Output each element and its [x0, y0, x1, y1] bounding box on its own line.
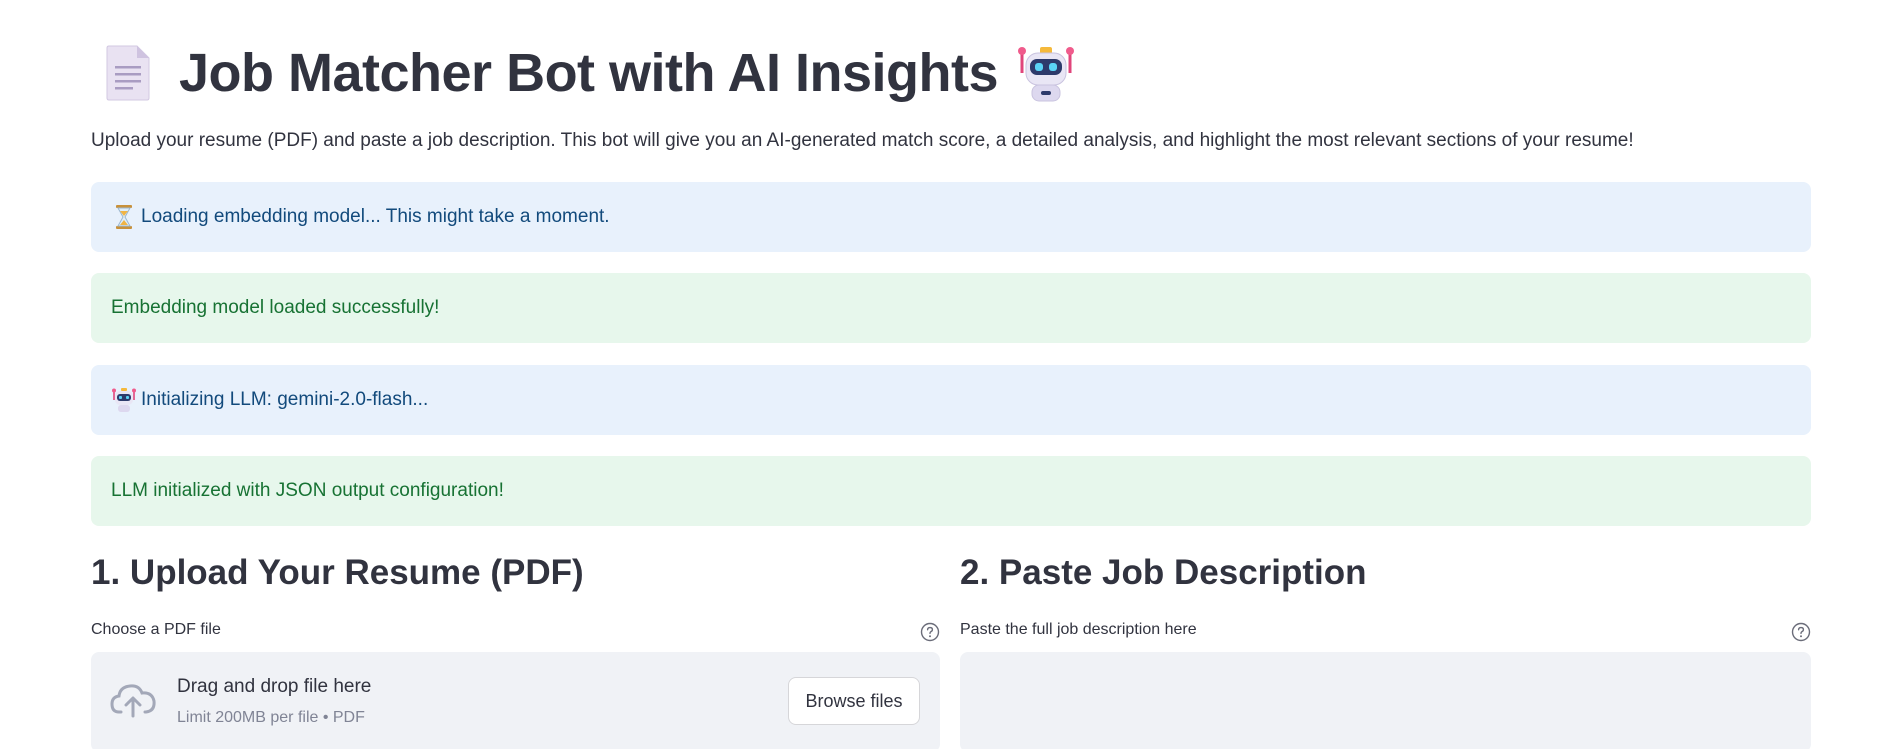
help-icon[interactable] [1791, 622, 1811, 642]
upload-section-heading: 1. Upload Your Resume (PDF) [91, 553, 584, 592]
hourglass-icon [116, 205, 132, 229]
alert-llm-initialized: LLM initialized with JSON output configu… [91, 456, 1811, 526]
cloud-upload-icon [110, 684, 156, 718]
alert-text: LLM initialized with JSON output configu… [111, 480, 504, 501]
upload-field-label: Choose a PDF file [91, 621, 221, 638]
page-title: Job Matcher Bot with AI Insights [179, 43, 999, 103]
robot-icon [1018, 47, 1075, 102]
file-dropzone[interactable]: Drag and drop file here Limit 200MB per … [91, 652, 940, 749]
title-row: Job Matcher Bot with AI Insights [91, 38, 1076, 108]
alert-loading-embedding: Loading embedding model... This might ta… [91, 182, 1811, 252]
dropzone-limit: Limit 200MB per file • PDF [177, 709, 365, 726]
alert-embedding-loaded: Embedding model loaded successfully! [91, 273, 1811, 343]
intro-text: Upload your resume (PDF) and paste a job… [91, 130, 1634, 151]
page-document-icon [106, 45, 150, 101]
job-section-heading: 2. Paste Job Description [960, 553, 1367, 592]
help-icon[interactable] [920, 622, 940, 642]
dropzone-title: Drag and drop file here [177, 676, 372, 697]
alert-text: Initializing LLM: gemini-2.0-flash... [141, 389, 429, 410]
job-description-label: Paste the full job description here [960, 621, 1197, 638]
app-page: Job Matcher Bot with AI Insights Upload … [0, 0, 1903, 749]
alert-initializing-llm: Initializing LLM: gemini-2.0-flash... [91, 365, 1811, 435]
job-description-textarea[interactable] [960, 652, 1811, 749]
robot-icon [112, 388, 136, 412]
browse-files-button[interactable]: Browse files [788, 677, 920, 725]
alert-text: Loading embedding model... This might ta… [141, 206, 610, 227]
alert-text: Embedding model loaded successfully! [111, 297, 440, 318]
